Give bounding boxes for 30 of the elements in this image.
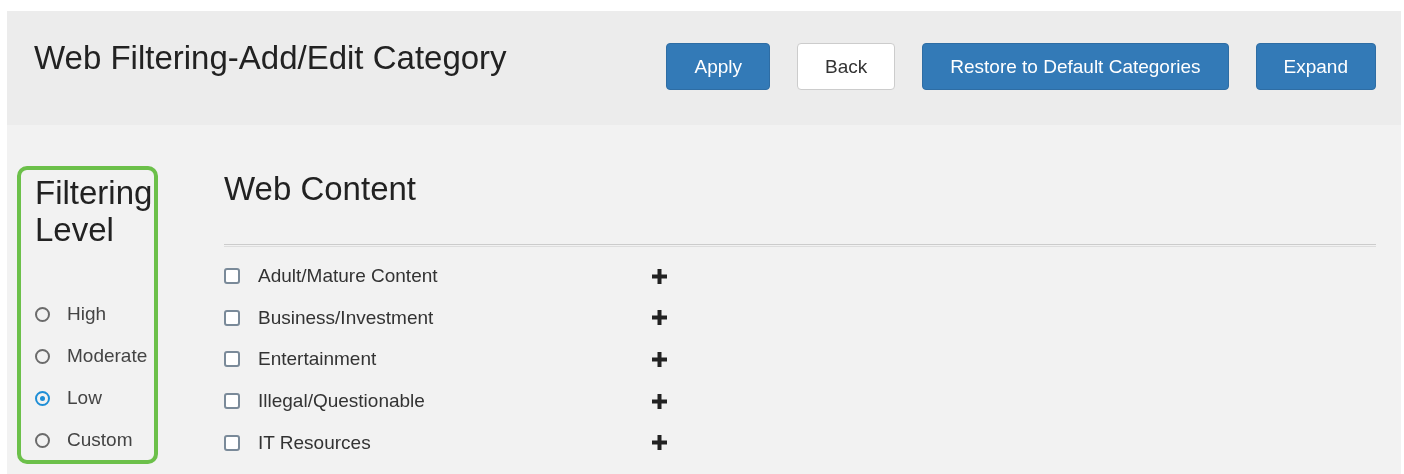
radio-button[interactable] xyxy=(35,390,50,406)
plus-icon[interactable] xyxy=(652,393,667,409)
primary-button[interactable]: Apply xyxy=(666,43,770,90)
checkbox[interactable] xyxy=(224,351,240,368)
plus-icon[interactable] xyxy=(652,351,667,367)
plus-icon[interactable] xyxy=(652,310,667,326)
checkbox[interactable] xyxy=(224,309,240,326)
radio-button[interactable] xyxy=(35,348,50,364)
primary-button[interactable]: Expand xyxy=(1255,43,1376,90)
checkbox[interactable] xyxy=(224,268,240,284)
radio-label[interactable]: Low xyxy=(67,387,102,409)
page-title: Web Filtering-Add/Edit Category xyxy=(34,39,507,77)
secondary-button[interactable]: Back xyxy=(797,43,896,90)
checkbox[interactable] xyxy=(224,393,240,410)
section-heading: Web Content xyxy=(224,170,417,207)
primary-button[interactable]: Restore to Default Categories xyxy=(922,43,1229,90)
section-heading: Filtering Level xyxy=(35,174,154,248)
radio-button[interactable] xyxy=(35,432,50,448)
category-label[interactable]: IT Resources xyxy=(258,431,652,454)
category-label[interactable]: Adult/Mature Content xyxy=(258,265,652,287)
radio-label[interactable]: High xyxy=(67,303,107,325)
plus-icon[interactable] xyxy=(652,435,667,451)
checkbox[interactable] xyxy=(224,434,240,451)
radio-button[interactable] xyxy=(35,306,50,322)
plus-icon[interactable] xyxy=(652,268,667,284)
radio-label[interactable]: Moderate xyxy=(67,345,148,367)
radio-label[interactable]: Custom xyxy=(67,429,133,451)
category-label[interactable]: Entertainment xyxy=(258,348,652,371)
category-label[interactable]: Business/Investment xyxy=(258,306,652,329)
category-label[interactable]: Illegal/Questionable xyxy=(258,390,652,413)
